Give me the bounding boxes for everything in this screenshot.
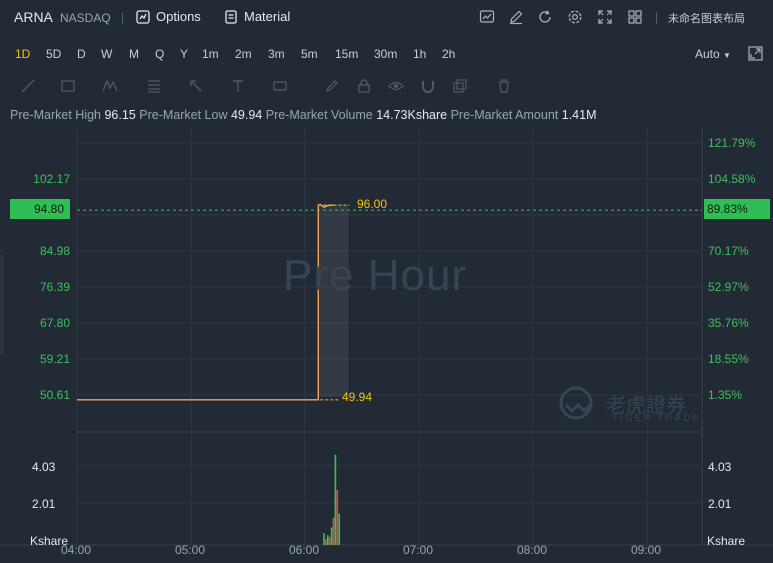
price-tick: 59.21 — [39, 352, 70, 366]
chart-grid — [0, 128, 773, 546]
time-tick: 08:00 — [517, 543, 548, 557]
volume-tick: 4.03 — [708, 460, 732, 474]
volume-bar — [330, 527, 333, 545]
time-tick: 07:00 — [403, 543, 434, 557]
pct-tick: 104.58% — [708, 172, 756, 186]
volume-bar — [338, 513, 340, 545]
volume-bars — [323, 454, 340, 545]
current-price-tag: 94.80 — [10, 199, 70, 219]
price-tick: 76.39 — [39, 280, 70, 294]
volume-bar — [327, 535, 329, 545]
price-tick: 50.61 — [39, 388, 70, 402]
volume-bar — [328, 537, 331, 545]
pct-tick: 1.35% — [708, 388, 743, 402]
pct-tick: 18.55% — [708, 352, 749, 366]
price-line — [77, 203, 334, 401]
volume-bar — [323, 533, 325, 545]
price-line-layer — [77, 203, 702, 401]
price-tick: 102.17 — [33, 172, 70, 186]
tiger-logo-icon — [559, 386, 593, 420]
price-tick: 67.80 — [39, 316, 70, 330]
high-marker-label: 96.00 — [357, 197, 388, 211]
pct-tick: 35.76% — [708, 316, 749, 330]
volume-unit: Kshare — [707, 534, 746, 548]
volume-bar — [332, 517, 335, 545]
time-tick: 04:00 — [61, 543, 92, 557]
session-watermark: Pre Hour — [283, 251, 468, 300]
low-marker-label: 49.94 — [342, 390, 373, 404]
pct-tick: 121.79% — [708, 136, 756, 150]
volume-bar — [334, 454, 337, 545]
pct-tick: 52.97% — [708, 280, 749, 294]
time-tick: 09:00 — [631, 543, 662, 557]
time-tick: 05:00 — [175, 543, 206, 557]
pct-tick: 70.17% — [708, 244, 749, 258]
volume-tick: 4.03 — [32, 460, 56, 474]
volume-tick: 2.01 — [32, 497, 56, 511]
price-tick: 84.98 — [39, 244, 70, 258]
volume-bar — [325, 539, 327, 545]
volume-tick: 2.01 — [708, 497, 732, 511]
tiger-brand-en: TIGER TRADE — [612, 413, 702, 424]
volume-bar — [336, 490, 339, 545]
time-tick: 06:00 — [289, 543, 320, 557]
current-pct-tag: 89.83% — [704, 199, 770, 219]
